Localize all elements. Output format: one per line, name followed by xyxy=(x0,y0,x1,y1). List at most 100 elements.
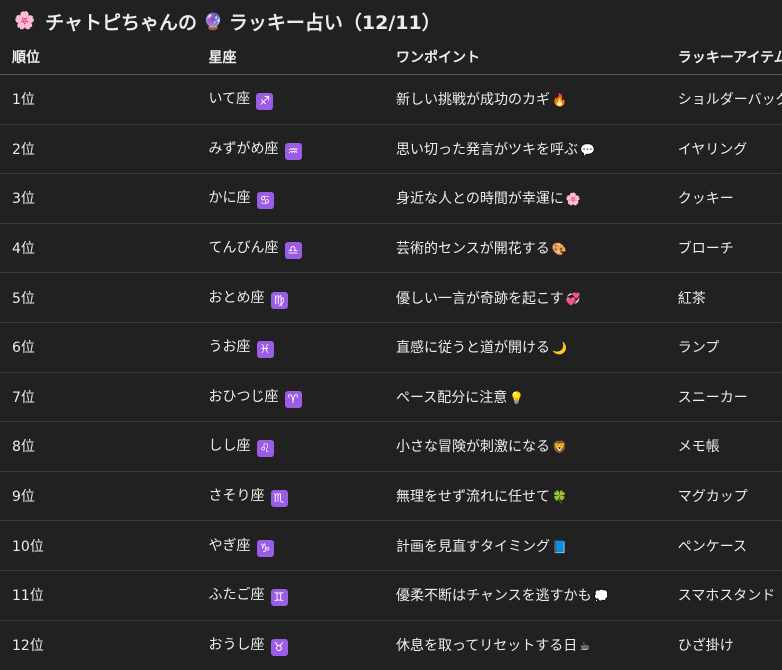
zodiac-sign-icon: ♒ xyxy=(284,142,302,160)
tip-emoji-icon: 🔥 xyxy=(552,93,567,108)
rank-cell: 2位 xyxy=(0,124,209,175)
chat-response: 🌸 チャトピちゃんの 🔮 ラッキー占い（12/11） 順位 星座 ワンポイント … xyxy=(0,0,782,670)
sign-cell: しし座 ♌ xyxy=(208,421,396,472)
sign-cell: ふたご座 ♊ xyxy=(208,570,396,621)
lucky-item-cell: ペンケース xyxy=(677,520,782,571)
tip-cell: 直感に従うと道が開ける 🌙 xyxy=(396,322,678,373)
tip-cell: ペース配分に注意 💡 xyxy=(396,372,678,423)
lucky-item-cell: 紅茶 xyxy=(677,272,782,323)
tip-text: 優柔不断はチャンスを逃すかも xyxy=(396,588,592,605)
table-body: 1位 いて座 ♐ 新しい挑戦が成功のカギ 🔥 ショルダーバッグ 2位 みずがめ座 ♒ 思い切った発… xyxy=(0,74,782,670)
tip-emoji-icon: 💭 xyxy=(593,589,609,604)
zodiac-sign-icon: ♋ xyxy=(256,192,274,210)
table-row: 12位 おうし座 ♉ 休息を取ってリセットする日 ☕ ひざ掛け xyxy=(0,620,782,669)
rank-cell: 3位 xyxy=(0,173,209,224)
tip-emoji-icon: ☕ xyxy=(579,638,591,653)
title-text-part1: チャトピちゃんの xyxy=(45,11,197,34)
zodiac-sign-icon: ♌ xyxy=(256,440,274,458)
tip-emoji-icon: 🍀 xyxy=(552,490,567,505)
page-title: 🌸 チャトピちゃんの 🔮 ラッキー占い（12/11） xyxy=(14,6,441,36)
table-row: 2位 みずがめ座 ♒ 思い切った発言がツキを呼ぶ 💬 イヤリング xyxy=(0,124,782,175)
lucky-item-cell: イヤリング xyxy=(677,124,782,175)
tip-cell: 優しい一言が奇跡を起こす 💞 xyxy=(396,272,678,323)
sign-cell: いて座 ♐ xyxy=(208,74,396,125)
rank-cell: 7位 xyxy=(0,372,209,423)
tip-emoji-icon: 🌸 xyxy=(565,192,581,207)
tip-emoji-icon: 📘 xyxy=(552,539,567,554)
lucky-item-cell: ショルダーバッグ xyxy=(677,74,782,125)
rank-cell: 1位 xyxy=(0,74,209,125)
tip-text: 芸術的センスが開花する xyxy=(396,241,550,258)
column-header-item: ラッキーアイテム xyxy=(677,40,782,75)
rank-cell: 9位 xyxy=(0,471,209,522)
sign-cell: うお座 ♓ xyxy=(208,322,396,373)
table-row: 9位 さそり座 ♏ 無理をせず流れに任せて 🍀 マグカップ xyxy=(0,471,782,522)
zodiac-sign-icon: ♉ xyxy=(270,638,288,656)
rank-cell: 11位 xyxy=(0,570,209,621)
tip-text: 直感に従うと道が開ける xyxy=(396,340,550,357)
lucky-item-cell: ひざ掛け xyxy=(677,637,734,654)
lucky-item-cell: ブローチ xyxy=(677,223,782,274)
rank-cell: 10位 xyxy=(0,520,209,571)
sign-name: てんびん座 xyxy=(208,240,279,257)
table-header-row: 順位 星座 ワンポイント ラッキーアイテム xyxy=(0,40,782,75)
table-row: 7位 おひつじ座 ♈ ペース配分に注意 💡 スニーカー xyxy=(0,372,782,423)
tip-text: ペース配分に注意 xyxy=(396,389,508,406)
sign-name: うお座 xyxy=(208,339,251,356)
crystal-ball-icon: 🔮 xyxy=(202,11,223,31)
zodiac-sign-icon: ♎ xyxy=(284,242,302,260)
zodiac-sign-icon: ♍ xyxy=(270,291,288,309)
table-row: 4位 てんびん座 ♎ 芸術的センスが開花する 🎨 ブローチ xyxy=(0,223,782,274)
cherry-blossom-icon: 🌸 xyxy=(14,11,36,31)
tip-text: 思い切った発言がツキを呼ぶ xyxy=(396,141,578,158)
lucky-item-cell: メモ帳 xyxy=(677,421,782,472)
tip-text: 身近な人との時間が幸運に xyxy=(396,191,564,208)
tip-text: 計画を見直すタイミング xyxy=(396,538,550,555)
sign-name: かに座 xyxy=(208,190,251,207)
tip-text: 休息を取ってリセットする日 xyxy=(396,637,578,654)
tip-cell: 新しい挑戦が成功のカギ 🔥 xyxy=(396,74,678,125)
table-row: 5位 おとめ座 ♍ 優しい一言が奇跡を起こす 💞 紅茶 xyxy=(0,272,782,323)
sign-name: ふたご座 xyxy=(208,587,265,604)
tip-text: 優しい一言が奇跡を起こす xyxy=(396,290,564,307)
sign-cell: おとめ座 ♍ xyxy=(208,272,396,323)
sign-cell: かに座 ♋ xyxy=(208,173,396,224)
tip-emoji-icon: 💡 xyxy=(509,390,525,405)
table-row: 11位 ふたご座 ♊ 優柔不断はチャンスを逃すかも 💭 スマホスタンド xyxy=(0,570,782,621)
tip-cell: 優柔不断はチャンスを逃すかも 💭 xyxy=(396,570,678,621)
zodiac-sign-icon: ♓ xyxy=(256,341,274,359)
column-header-sign: 星座 xyxy=(208,40,396,75)
zodiac-sign-icon: ♑ xyxy=(256,539,274,557)
tip-text: 小さな冒険が刺激になる xyxy=(396,439,550,456)
zodiac-sign-icon: ♊ xyxy=(270,589,288,607)
sign-cell: みずがめ座 ♒ xyxy=(208,124,396,175)
tip-cell: 計画を見直すタイミング 📘 xyxy=(396,520,678,571)
tip-cell: 小さな冒険が刺激になる 🦁 xyxy=(396,421,678,472)
sign-name: みずがめ座 xyxy=(208,140,279,157)
sign-name: おとめ座 xyxy=(208,289,265,306)
sign-name: しし座 xyxy=(208,438,251,455)
column-header-rank: 順位 xyxy=(0,40,209,75)
tip-emoji-icon: 🌙 xyxy=(552,341,567,356)
sign-name: おひつじ座 xyxy=(208,388,279,405)
tip-emoji-icon: 🦁 xyxy=(552,440,567,455)
tip-cell: 身近な人との時間が幸運に 🌸 xyxy=(396,173,678,224)
tip-cell: 無理をせず流れに任せて 🍀 xyxy=(396,471,678,522)
sign-cell: おうし座 ♉ xyxy=(209,620,396,669)
tip-cell: 思い切った発言がツキを呼ぶ 💬 xyxy=(396,124,678,175)
sign-name: いて座 xyxy=(208,91,251,108)
rank-cell: 5位 xyxy=(0,272,209,323)
tip-text: 無理をせず流れに任せて xyxy=(396,489,550,506)
zodiac-sign-icon: ♐ xyxy=(256,93,274,111)
sign-cell: さそり座 ♏ xyxy=(208,471,396,522)
table-row: 1位 いて座 ♐ 新しい挑戦が成功のカギ 🔥 ショルダーバッグ xyxy=(0,74,782,125)
tip-text: 新しい挑戦が成功のカギ xyxy=(396,92,550,109)
table-row: 10位 やぎ座 ♑ 計画を見直すタイミング 📘 ペンケース xyxy=(0,520,782,571)
lucky-item-cell: クッキー xyxy=(677,173,782,224)
rank-cell: 4位 xyxy=(0,223,209,274)
tip-emoji-icon: 🎨 xyxy=(551,242,567,257)
sign-name: おうし座 xyxy=(208,636,265,653)
rank-cell: 8位 xyxy=(0,421,209,472)
lucky-item-cell: ランプ xyxy=(677,322,782,373)
sign-cell: てんびん座 ♎ xyxy=(208,223,396,274)
